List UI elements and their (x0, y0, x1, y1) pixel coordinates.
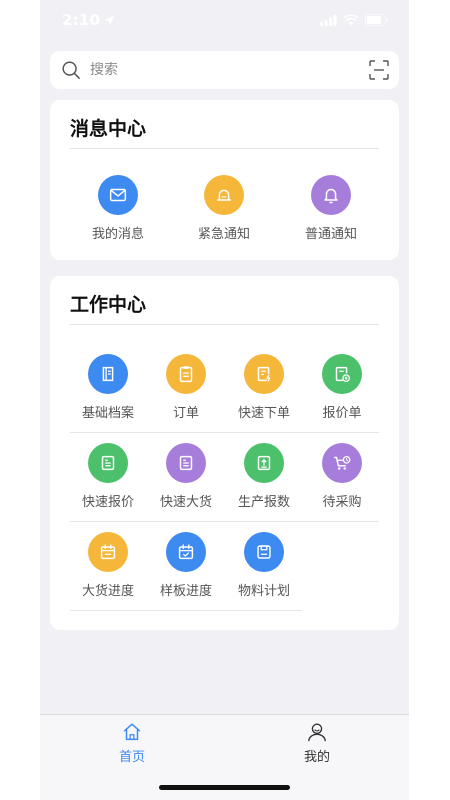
item-label: 快速下单 (237, 406, 290, 421)
item-label: 待采购 (322, 495, 362, 510)
message-center-card: 消息中心 我的消息 紧急通知 普通通知 (50, 100, 399, 260)
item-label: 样板进度 (159, 584, 212, 599)
work-item-basic-archive[interactable]: 基础档案 (69, 354, 147, 421)
tab-label: 首页 (118, 750, 145, 765)
production-report-icon (244, 443, 284, 483)
status-time-group: 2:10 (62, 11, 115, 29)
item-label: 我的消息 (91, 227, 144, 242)
alarm-icon (204, 175, 244, 215)
work-item-quick-bulk[interactable]: 快速大货 (147, 443, 225, 510)
item-label: 快速大货 (159, 495, 212, 510)
order-icon (166, 354, 206, 394)
msg-item-my-messages[interactable]: 我的消息 (79, 175, 157, 242)
quick-order-icon (244, 354, 284, 394)
item-label: 大货进度 (81, 584, 134, 599)
item-label: 生产报数 (237, 495, 290, 510)
tab-label: 我的 (303, 750, 330, 765)
cart-icon (322, 443, 362, 483)
scan-icon[interactable] (369, 60, 389, 80)
work-item-production-report[interactable]: 生产报数 (225, 443, 303, 510)
calendar-icon (88, 532, 128, 572)
msg-item-general-notice[interactable]: 普通通知 (292, 175, 370, 242)
status-indicators (320, 14, 389, 26)
material-plan-icon (244, 532, 284, 572)
item-label: 普通通知 (304, 227, 357, 242)
calendar-check-icon (166, 532, 206, 572)
msg-item-urgent-notice[interactable]: 紧急通知 (185, 175, 263, 242)
work-center-title: 工作中心 (70, 294, 147, 316)
work-item-material-plan[interactable]: 物料计划 (225, 532, 303, 599)
search-bar[interactable] (50, 51, 399, 89)
bottom-tab-bar: 首页 我的 (40, 714, 409, 800)
user-icon (308, 723, 326, 742)
title-divider (70, 148, 379, 149)
quick-quote-icon (88, 443, 128, 483)
location-arrow-icon (105, 15, 115, 25)
wifi-icon (343, 14, 359, 26)
work-center-card: 工作中心 基础档案 订单 快速下单 报价单 快速报价 快速大货 生产报数 待采购… (50, 276, 399, 630)
work-item-quotation[interactable]: 报价单 (303, 354, 381, 421)
bulk-goods-icon (166, 443, 206, 483)
tab-home[interactable]: 首页 (92, 721, 172, 765)
app-screen: 2:10 搜索 消息中心 我的消息 紧急通知 普通通知 工作中心 基础档案 订单… (40, 0, 409, 800)
item-label: 订单 (172, 406, 199, 421)
message-center-title: 消息中心 (70, 118, 147, 140)
row-divider (70, 610, 302, 611)
home-indicator (159, 785, 290, 790)
work-item-quick-quote[interactable]: 快速报价 (69, 443, 147, 510)
search-input[interactable] (90, 62, 369, 78)
status-bar: 2:10 (40, 0, 409, 40)
tab-profile[interactable]: 我的 (277, 721, 357, 765)
item-label: 基础档案 (81, 406, 134, 421)
bell-icon (311, 175, 351, 215)
item-label: 报价单 (322, 406, 362, 421)
home-icon (123, 723, 141, 741)
item-label: 紧急通知 (197, 227, 250, 242)
search-icon (62, 61, 80, 79)
work-item-sample-progress[interactable]: 样板进度 (147, 532, 225, 599)
mail-icon (98, 175, 138, 215)
archive-icon (88, 354, 128, 394)
work-item-quick-order[interactable]: 快速下单 (225, 354, 303, 421)
title-divider (70, 324, 379, 325)
work-item-bulk-progress[interactable]: 大货进度 (69, 532, 147, 599)
row-divider (70, 521, 379, 522)
work-item-pending-purchase[interactable]: 待采购 (303, 443, 381, 510)
signal-icon (320, 14, 337, 26)
battery-icon (365, 14, 388, 26)
row-divider (70, 432, 379, 433)
work-item-order[interactable]: 订单 (147, 354, 225, 421)
status-time: 2:10 (62, 11, 101, 29)
item-label: 快速报价 (81, 495, 134, 510)
item-label: 物料计划 (237, 584, 290, 599)
quote-icon (322, 354, 362, 394)
